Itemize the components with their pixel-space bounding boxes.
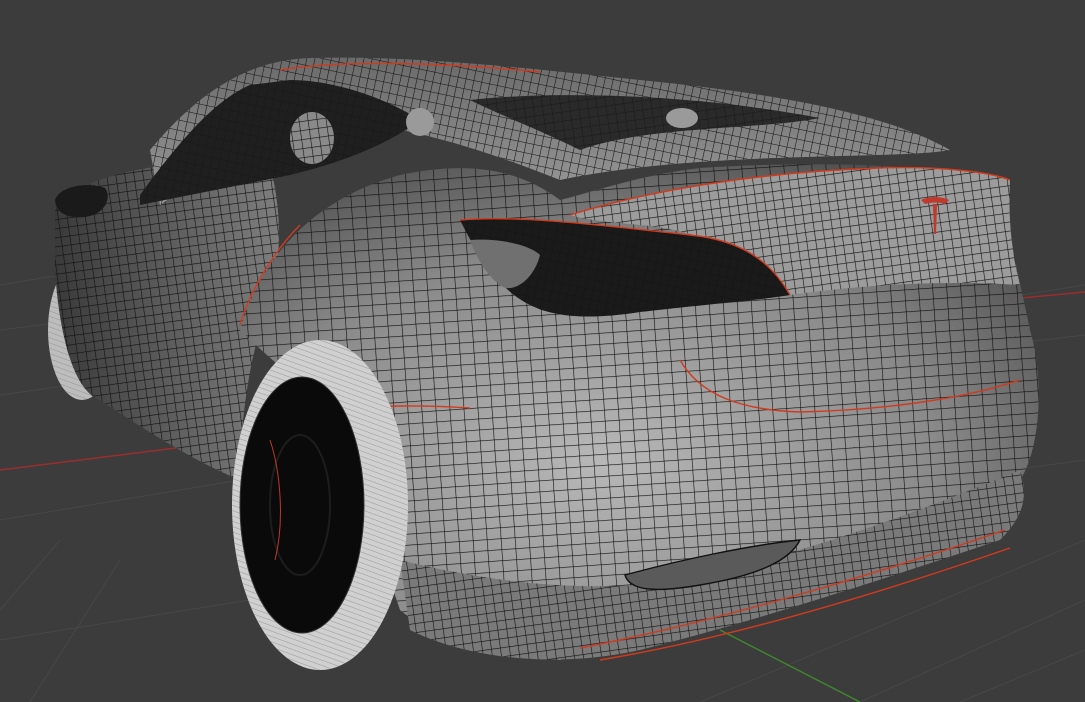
rear-wheel[interactable] — [232, 340, 408, 670]
3d-viewport[interactable] — [0, 0, 1085, 702]
seat-headrest-rear — [406, 108, 434, 136]
viewport-scene[interactable] — [0, 0, 1085, 702]
y-axis-line — [719, 629, 861, 702]
seat-headrest-far — [666, 108, 698, 128]
car-body-mesh[interactable] — [48, 57, 1039, 670]
